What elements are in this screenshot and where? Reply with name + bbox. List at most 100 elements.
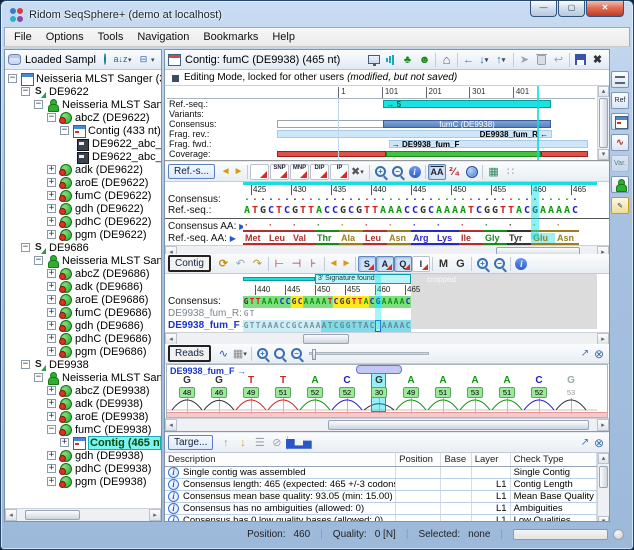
tree-item[interactable]: +abcZ (DE9686) (5, 267, 161, 280)
column-header[interactable]: Check Type (511, 453, 597, 466)
fragrev-track[interactable]: DE9938_fum_R ← (241, 129, 597, 139)
title-bar[interactable]: Ridom SeqSphere+ (demo at localhost) — ▢… (4, 1, 630, 27)
sort-icon[interactable]: a↓z (113, 53, 128, 67)
prev-conflict-icon[interactable]: ◄ (327, 258, 340, 269)
expand-expander-icon[interactable]: + (47, 308, 56, 317)
tree-item[interactable]: +fumC (DE9622) (5, 189, 161, 202)
delete-variant-icon[interactable]: ✖▾ (350, 164, 367, 180)
check-row[interactable]: iConsensus has 0 low quality bases (allo… (165, 515, 597, 522)
tree-item[interactable]: DE9622_abc_R (7 (5, 137, 161, 150)
column-header[interactable]: Base (441, 453, 471, 466)
refseq-sequence-row[interactable]: ATGCTCGTTACCGCGTTAAACCGCAAAATCGGTTACGAAA… (243, 205, 579, 216)
fragfwd-bar[interactable]: → DE9938_fum_F (389, 140, 588, 148)
minimize-button[interactable]: — (530, 1, 557, 17)
scroll-left-icon[interactable]: ◂ (5, 509, 17, 521)
target-toggle-icon[interactable] (611, 176, 629, 193)
sidebar-hscrollbar[interactable]: ◂ ▸ (5, 508, 161, 521)
close-button[interactable]: ✕ (586, 1, 624, 17)
tree-item[interactable]: +gdh (DE9938) (5, 449, 161, 462)
variants-track[interactable] (241, 109, 597, 119)
home-icon[interactable]: ⌂ (438, 52, 455, 68)
user-pin-icon[interactable]: ☻ (416, 52, 433, 68)
zoom-in-icon[interactable]: + (474, 256, 491, 272)
tree-item[interactable]: −Neisseria MLST Sanger (3) (5, 72, 161, 85)
tree-item[interactable]: +pdhC (DE9686) (5, 332, 161, 345)
tree-item[interactable]: +aroE (DE9938) (5, 410, 161, 423)
tree-item[interactable]: +abcZ (DE9938) (5, 384, 161, 397)
info-icon[interactable]: i (406, 164, 423, 180)
tree-item[interactable]: −abcZ (DE9622) (5, 111, 161, 124)
check-row[interactable]: iConsensus has no ambiguities (allowed: … (165, 503, 597, 515)
trash-icon[interactable] (533, 52, 550, 68)
refseq-track[interactable]: → 5 (241, 99, 597, 109)
next-conflict-icon[interactable]: ► (340, 258, 353, 269)
menu-file[interactable]: File (7, 29, 39, 45)
tree-item[interactable]: +aroE (DE9686) (5, 293, 161, 306)
overview-toggle-icon[interactable] (611, 71, 629, 88)
variants-toggle-icon[interactable]: Var. (611, 155, 629, 172)
tree-item[interactable]: +aroE (DE9622) (5, 176, 161, 189)
read-r-label[interactable]: DE9938_fum_R: ← (165, 308, 243, 319)
edit-dip-icon[interactable]: DIP (310, 164, 329, 180)
list-icon[interactable]: ☰ (251, 435, 268, 451)
expand-expander-icon[interactable]: + (47, 282, 56, 291)
tree-view-icon[interactable]: ♣ (399, 52, 416, 68)
scroll-up-icon[interactable]: ▴ (598, 86, 609, 97)
collapse-expander-icon[interactable]: − (34, 256, 43, 265)
reads-hscrollbar[interactable]: ◂ ▸ (165, 418, 609, 431)
expand-expander-icon[interactable]: + (60, 438, 69, 447)
scroll-up-icon[interactable]: ▴ (598, 453, 609, 464)
prev-difference-icon[interactable]: ◄ (219, 166, 232, 177)
trace-zoom-slider[interactable] (309, 352, 429, 355)
column-header[interactable]: Position (396, 453, 441, 466)
quality-toggle-icon[interactable]: ²⁄₄ (446, 164, 463, 180)
expand-expander-icon[interactable]: + (47, 477, 56, 486)
trace-display-icon[interactable]: ∿ (215, 346, 232, 362)
collapse-expander-icon[interactable]: − (34, 100, 43, 109)
scroll-down-icon[interactable]: ▾ (598, 149, 609, 160)
expand-panel-icon[interactable]: ↗ (578, 437, 592, 448)
tree-item[interactable]: −DE9686 (5, 241, 161, 254)
sort-dropdown-icon[interactable]: ▾ (128, 56, 135, 64)
expand-expander-icon[interactable]: + (47, 269, 56, 278)
consensus-aa-row[interactable]: ·············· (243, 220, 579, 232)
next-up-icon[interactable]: ↑▾ (494, 52, 511, 68)
overview-vscrollbar[interactable]: ▴ ▾ (597, 86, 609, 160)
edit-ip-icon[interactable]: IP (330, 164, 349, 180)
edit-quality-icon[interactable]: Q (394, 256, 412, 272)
consensus-track[interactable]: fumC (DE9938) (241, 119, 597, 129)
zoom-in-icon[interactable]: + (254, 346, 271, 362)
menu-options[interactable]: Options (39, 29, 91, 45)
refseq-toggle-icon[interactable]: Ref (611, 92, 629, 109)
grid-icon[interactable]: ▦ (485, 164, 502, 180)
check-row[interactable]: iConsensus length: 465 (expected: 465 +/… (165, 479, 597, 491)
edit-mode-toggle-icon[interactable]: ✎ (611, 197, 629, 214)
world-icon[interactable] (463, 164, 480, 180)
tree-item[interactable]: −DE9622 (5, 85, 161, 98)
zoom-in-icon[interactable]: + (372, 164, 389, 180)
tree-item[interactable]: +pgm (DE9686) (5, 345, 161, 358)
edit-substitution-icon[interactable]: S (358, 256, 376, 272)
read-r-row[interactable]: GT (243, 308, 255, 320)
edit-mnp-icon[interactable]: MNP (290, 164, 309, 180)
collapse-tree-icon[interactable]: ⊟ (136, 53, 151, 67)
collapse-expander-icon[interactable]: − (21, 87, 30, 96)
info-icon[interactable]: i (513, 256, 530, 272)
zoom-out-icon[interactable]: − (491, 256, 508, 272)
expand-panel-icon[interactable]: ↗ (578, 348, 592, 359)
consensus-match-row[interactable]: ........................................… (243, 196, 579, 204)
expand-expander-icon[interactable]: + (47, 165, 56, 174)
tree-item[interactable]: −DE9938 (5, 358, 161, 371)
antenna-icon[interactable] (382, 52, 399, 68)
read-f-label[interactable]: DE9938_fum_F→ (165, 320, 243, 331)
scroll-down-icon[interactable]: ▾ (598, 516, 609, 522)
next-down-icon[interactable]: ↓▾ (477, 52, 494, 68)
upload-globe-icon[interactable] (97, 53, 112, 67)
submit-icon[interactable]: ➤ (516, 52, 533, 68)
undo-edit-icon[interactable]: ↶ (232, 256, 249, 272)
chart-icon[interactable]: ▆▂▅ (290, 435, 307, 451)
expand-expander-icon[interactable]: + (47, 295, 56, 304)
reads-cursor-handle[interactable] (356, 365, 402, 374)
tree-item[interactable]: +pdhC (DE9622) (5, 215, 161, 228)
menu-help[interactable]: Help (265, 29, 302, 45)
